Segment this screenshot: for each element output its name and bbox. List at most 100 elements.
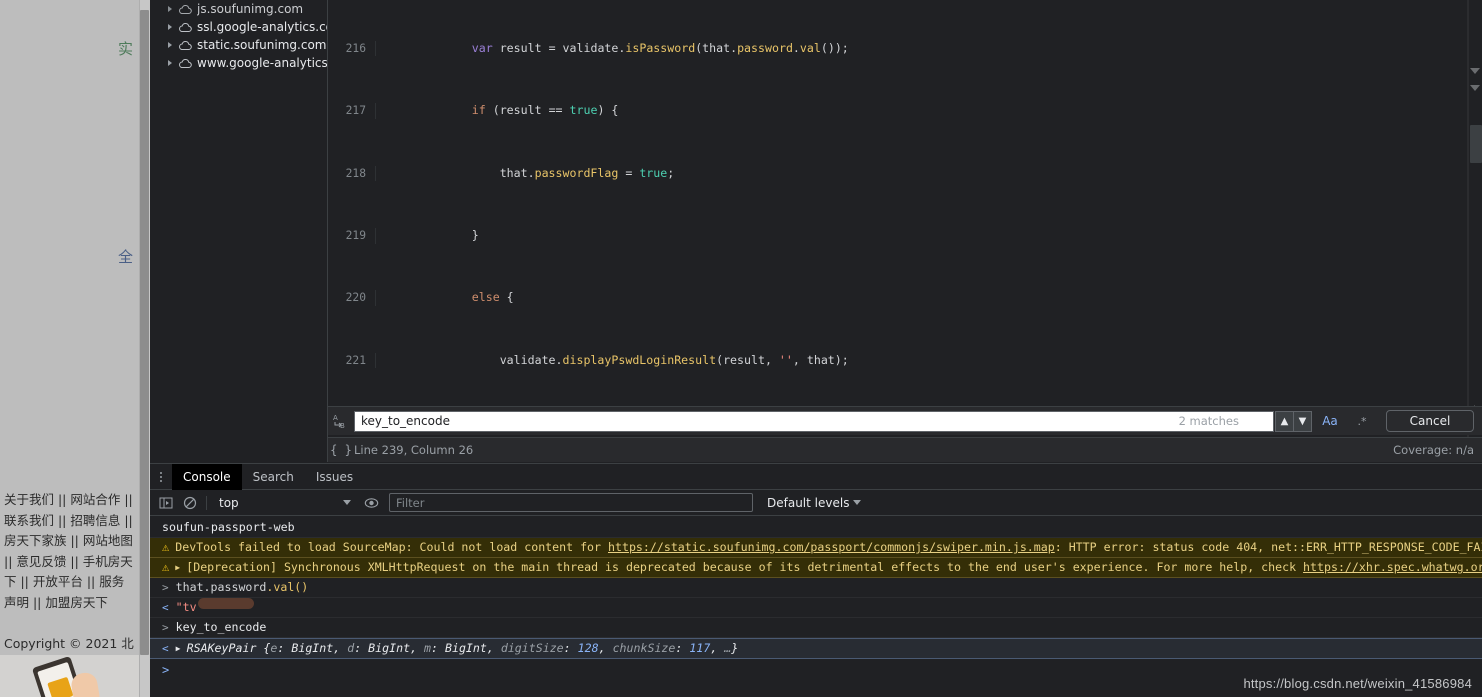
- console-messages[interactable]: soufun-passport-web ⚠ DevTools failed to…: [150, 517, 1482, 697]
- page-promo-image: [0, 655, 139, 697]
- line-number: 218: [328, 165, 376, 182]
- chevron-right-icon[interactable]: [166, 40, 176, 50]
- line-content: if (result == true) {: [471, 103, 619, 118]
- replace-icon[interactable]: A B: [328, 413, 352, 429]
- code-line-220[interactable]: 220 else {: [328, 290, 1019, 306]
- web-page-viewport: 实 全 关于我们 || 网站合作 || 联系我们 || 招聘信息 || 房天下家…: [0, 0, 150, 697]
- code-line-218[interactable]: 218 that.passwordFlag = true;: [328, 165, 1019, 182]
- code-line-216[interactable]: 216 var result = validate.isPassword(tha…: [328, 40, 1019, 57]
- line-content: that.passwordFlag = true;: [499, 165, 675, 180]
- search-next-button[interactable]: ▼: [1293, 410, 1312, 432]
- output-arrow-icon: <: [162, 642, 169, 655]
- execution-context-select[interactable]: top: [211, 493, 359, 513]
- tab-issues[interactable]: Issues: [305, 464, 364, 490]
- chevron-right-icon[interactable]: [166, 4, 176, 14]
- live-expression-icon[interactable]: [359, 491, 383, 515]
- input-expression: that.password.val(): [176, 578, 309, 597]
- redaction-overlay: [197, 598, 254, 609]
- search-input[interactable]: [354, 410, 1274, 432]
- console-filter-input[interactable]: [389, 493, 753, 512]
- console-sidebar-icon[interactable]: [154, 491, 178, 515]
- code-line-217[interactable]: 217 if (result == true) {: [328, 103, 1019, 119]
- message-link[interactable]: https://xhr.spec.whatwg.org/: [1303, 560, 1482, 574]
- clear-console-icon[interactable]: [178, 491, 202, 515]
- expand-object-icon[interactable]: ▶: [176, 639, 185, 658]
- more-options-icon[interactable]: [150, 471, 172, 482]
- tree-item-label: static.soufunimg.com: [197, 38, 327, 52]
- object-key-4: chunkSize: [612, 641, 676, 655]
- tree-item-1[interactable]: ssl.google-analytics.com: [150, 18, 327, 36]
- object-val-4: 117: [689, 641, 711, 655]
- line-content: else {: [471, 290, 514, 305]
- warning-icon: ⚠: [162, 540, 170, 554]
- console-output-object[interactable]: < ▶ RSAKeyPair {e: BigInt, d: BigInt, m:…: [150, 638, 1482, 659]
- chevron-right-icon[interactable]: [166, 22, 176, 32]
- prompt-arrow-icon: >: [162, 663, 170, 677]
- message-link[interactable]: https://static.soufunimg.com/passport/co…: [608, 540, 1055, 554]
- console-warning-sourcemap[interactable]: ⚠ DevTools failed to load SourceMap: Cou…: [150, 538, 1482, 558]
- code-line-219[interactable]: 219 }: [328, 227, 1019, 244]
- warning-icon: ⚠: [162, 560, 170, 574]
- sources-navigator: js.soufunimg.com ssl.google-analytics.co…: [150, 0, 328, 462]
- message-post: : HTTP error: status code 404, net::ERR_…: [1054, 540, 1482, 554]
- output-arrow-icon: <: [162, 601, 169, 614]
- tree-item-3[interactable]: www.google-analytics.c: [150, 54, 327, 72]
- chevron-right-icon[interactable]: [166, 58, 176, 68]
- code-lines: 216 var result = validate.isPassword(tha…: [328, 0, 1019, 400]
- pretty-print-icon[interactable]: { }: [328, 443, 354, 457]
- output-value-prefix: "tv: [175, 600, 197, 614]
- chevron-down-icon: [343, 499, 351, 505]
- object-class-name: RSAKeyPair: [186, 641, 257, 655]
- line-number: 221: [328, 352, 376, 369]
- page-footer-links[interactable]: 关于我们 || 网站合作 || 联系我们 || 招聘信息 || 房天下家族 ||…: [4, 490, 136, 613]
- editor-minimap-markers: [1468, 0, 1482, 462]
- page-scrollbar[interactable]: [139, 0, 150, 697]
- code-line-221[interactable]: 221 validate.displayPswdLoginResult(resu…: [328, 352, 1019, 369]
- tab-console[interactable]: Console: [172, 463, 242, 490]
- input-arrow-icon: >: [162, 621, 169, 634]
- object-preview: RSAKeyPair {e: BigInt, d: BigInt, m: Big…: [186, 641, 739, 655]
- object-key-2: m: [424, 641, 432, 655]
- page-side-mark-2: 全: [118, 248, 134, 266]
- console-input-2[interactable]: > key_to_encode: [150, 618, 1482, 638]
- execution-context-value: top: [219, 495, 239, 510]
- log-levels-select[interactable]: Default levels: [767, 495, 862, 510]
- tree-item-2[interactable]: static.soufunimg.com: [150, 36, 327, 54]
- chevron-up-icon: ▲: [1280, 415, 1289, 427]
- toolbar-divider: [206, 495, 207, 510]
- page-scrollbar-thumb[interactable]: [140, 10, 149, 655]
- chevron-down-icon: ▼: [1298, 415, 1307, 427]
- web-page-content: 实 全 关于我们 || 网站合作 || 联系我们 || 招聘信息 || 房天下家…: [0, 0, 139, 697]
- message-text: DevTools failed to load SourceMap: Could…: [175, 538, 1482, 557]
- message-pre: DevTools failed to load SourceMap: Could…: [175, 540, 608, 554]
- match-case-button[interactable]: Aa: [1316, 411, 1344, 432]
- input-expression: key_to_encode: [175, 620, 267, 634]
- tab-search[interactable]: Search: [242, 464, 305, 490]
- tree-item-0[interactable]: js.soufunimg.com: [150, 0, 327, 18]
- message-text: [Deprecation] Synchronous XMLHttpRequest…: [186, 558, 1482, 577]
- drawer-tab-bar: Console Search Issues: [150, 463, 1482, 490]
- cloud-icon: [178, 58, 192, 69]
- screenshot-root: 实 全 关于我们 || 网站合作 || 联系我们 || 招聘信息 || 房天下家…: [0, 0, 1482, 697]
- editor-status-bar: { } Line 239, Column 26 Coverage: n/a: [328, 437, 1482, 462]
- search-prev-button[interactable]: ▲: [1275, 410, 1294, 432]
- message-pre: [Deprecation] Synchronous XMLHttpRequest…: [186, 560, 1304, 574]
- console-output-redacted[interactable]: < "tv: [150, 598, 1482, 618]
- source-code-editor[interactable]: 216 var result = validate.isPassword(tha…: [328, 0, 1482, 400]
- page-side-mark-1: 实: [118, 40, 134, 58]
- object-val-2: BigInt: [444, 641, 487, 655]
- console-group-header[interactable]: soufun-passport-web: [150, 517, 1482, 538]
- input-arrow-icon: >: [162, 581, 169, 594]
- use-regex-button[interactable]: .*: [1348, 411, 1376, 432]
- console-toolbar: top Default levels: [150, 490, 1482, 516]
- console-input-1[interactable]: > that.password.val(): [150, 578, 1482, 598]
- expand-arrow-icon[interactable]: ▶: [175, 558, 184, 577]
- devtools-panel: js.soufunimg.com ssl.google-analytics.co…: [150, 0, 1482, 697]
- svg-text:A: A: [333, 414, 338, 422]
- cancel-button[interactable]: Cancel: [1386, 410, 1474, 432]
- svg-text:B: B: [340, 422, 345, 429]
- object-val-0: BigInt: [291, 641, 334, 655]
- console-warning-deprecation[interactable]: ⚠ ▶ [Deprecation] Synchronous XMLHttpReq…: [150, 558, 1482, 578]
- line-number: 216: [328, 40, 376, 57]
- log-levels-label: Default levels: [767, 495, 850, 510]
